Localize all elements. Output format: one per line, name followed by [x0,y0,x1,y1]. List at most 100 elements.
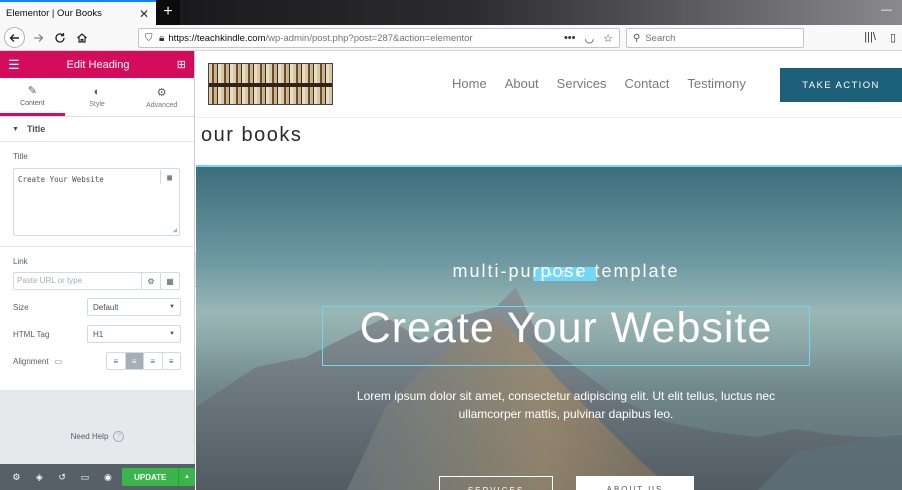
services-button[interactable]: SERVICES [439,476,553,490]
back-button[interactable] [4,27,25,48]
size-label: Size [13,302,29,312]
size-row: Size Default ▼ [13,297,181,317]
pocket-icon[interactable]: ◡ [585,32,595,45]
history-icon[interactable]: ↺ [51,472,74,483]
site-nav: Home About Services Contact Testimony [452,76,746,91]
alignment-row: Alignment ▭ ≡ ≡ ≡ ≡ [13,351,181,371]
title-textarea[interactable]: Create Your Website ▦ ◢ [13,168,180,236]
forward-arrow-icon [34,34,44,42]
site-logo[interactable] [208,63,333,105]
size-select[interactable]: Default ▼ [87,298,181,316]
align-center-icon[interactable]: ≡ [125,353,144,369]
about-us-button[interactable]: ABOUT US [576,476,694,490]
panel-header: ☰ Edit Heading ⊞ [0,51,194,78]
question-icon: ? [113,431,125,442]
url-actions: ••• ◡ ☆ [564,32,619,45]
caret-down-icon: ▼ [12,125,19,133]
take-action-button[interactable]: TAKE ACTION [780,68,902,102]
home-icon [77,33,87,43]
browser-tab-bar: Elementor | Our Books ✕ + — [0,0,902,25]
new-tab-button[interactable]: + [159,2,177,22]
shield-icon[interactable]: ⛉ [145,33,159,44]
bookmark-star-icon[interactable]: ☆ [603,32,613,45]
widgets-grid-icon[interactable]: ⊞ [172,58,186,71]
section-toggle-title[interactable]: ▼ Title [0,117,194,142]
navigator-layers-icon[interactable]: ◈ [28,472,51,483]
responsive-mode-icon[interactable]: ▭ [74,472,97,483]
hero-body-line-1: Lorem ipsum dolor sit amet, consectetur … [356,389,776,403]
page-actions-icon[interactable]: ••• [564,32,576,45]
controls-area: Title Create Your Website ▦ ◢ Link Paste… [0,142,194,390]
settings-gear-icon[interactable]: ⚙ [5,472,28,483]
link-input[interactable]: Paste URL or type [14,273,141,289]
back-arrow-icon [9,33,19,42]
panel-tabs: ✎ Content ◐ Style ⚙ Advanced [0,78,194,117]
panel-footer: ⚙ ◈ ↺ ▭ ◉ UPDATE ▲ [0,464,195,490]
size-value: Default [93,302,119,312]
update-button[interactable]: UPDATE ▲ [122,468,195,486]
lock-icon[interactable]: 🔒︎ [159,33,164,44]
align-right-icon[interactable]: ≡ [144,353,163,369]
search-icon: ⚲ [633,32,641,44]
caret-up-icon[interactable]: ▲ [178,468,195,486]
panel-title: Edit Heading [66,58,130,71]
library-icon[interactable]: |||\ [864,31,876,44]
minimize-window-icon[interactable]: — [881,4,892,16]
hero-title[interactable]: Create Your Website [322,304,810,353]
dynamic-tags-icon[interactable]: ▦ [160,170,178,184]
browser-toolbar: ⛉ 🔒︎ https://teachkindle.com/wp-admin/po… [0,25,902,51]
align-left-icon[interactable]: ≡ [107,353,126,369]
tab-strip-background [180,0,902,25]
tab-content[interactable]: ✎ Content [0,78,65,116]
need-help-link[interactable]: Need Help ? [0,431,195,442]
nav-services[interactable]: Services [557,76,607,91]
browser-tab[interactable]: Elementor | Our Books ✕ [0,0,156,25]
resize-handle-icon[interactable]: ◢ [173,226,177,234]
search-input[interactable]: ⚲ Search [626,28,804,48]
tab-advanced-label: Advanced [146,101,178,109]
hero-section[interactable]: + ⠿ ✕ multi-purpose template Create Your… [196,165,902,490]
sidebar-icon[interactable]: ▯ [890,31,896,44]
hero-body[interactable]: Lorem ipsum dolor sit amet, consectetur … [196,387,902,423]
tab-style[interactable]: ◐ Style [65,78,130,116]
link-field: Paste URL or type ⚙ ▦ [13,272,180,290]
section-title: Title [26,124,46,134]
html-tag-value: H1 [93,329,104,339]
hamburger-menu-icon[interactable]: ☰ [8,57,24,73]
forward-button[interactable] [28,28,48,48]
controls-padding [13,371,181,390]
html-tag-select[interactable]: H1 ▼ [87,325,181,343]
alignment-choices: ≡ ≡ ≡ ≡ [106,352,181,370]
link-dynamic-tags-icon[interactable]: ▦ [160,273,179,289]
nav-about[interactable]: About [505,76,539,91]
chevron-down-icon: ▼ [169,331,175,337]
url-text: https://teachkindle.com/wp-admin/post.ph… [168,33,472,44]
link-options-gear-icon[interactable]: ⚙ [141,273,160,289]
page-heading[interactable]: our books [201,124,302,147]
nav-testimony[interactable]: Testimony [687,76,746,91]
preview-eye-icon[interactable]: ◉ [97,472,120,483]
chevron-down-icon: ▼ [169,304,175,310]
gear-icon: ⚙ [156,86,167,99]
address-bar[interactable]: ⛉ 🔒︎ https://teachkindle.com/wp-admin/po… [138,28,620,48]
desktop-monitor-icon[interactable]: ▭ [55,357,63,366]
tab-style-label: Style [89,101,105,108]
close-tab-icon[interactable]: ✕ [138,7,150,21]
half-circle-icon: ◐ [93,86,101,98]
html-tag-label: HTML Tag [13,329,50,339]
site-preview: Home About Services Contact Testimony TA… [196,51,902,490]
alignment-label: Alignment [13,356,49,366]
url-path: /wp-admin/post.php?post=287&action=eleme… [265,32,473,44]
align-justify-icon[interactable]: ≡ [163,353,181,369]
tab-advanced[interactable]: ⚙ Advanced [129,78,194,116]
alignment-label-wrap: Alignment ▭ [13,357,62,366]
home-button[interactable] [72,28,92,48]
url-host: https://teachkindle.com [168,32,266,44]
reload-button[interactable] [50,28,70,48]
hero-subtitle[interactable]: multi-purpose template [196,261,902,282]
tab-content-label: Content [20,100,45,107]
title-value: Create Your Website [18,175,104,184]
nav-contact[interactable]: Contact [625,76,670,91]
pencil-icon: ✎ [27,85,37,97]
nav-home[interactable]: Home [452,76,487,91]
